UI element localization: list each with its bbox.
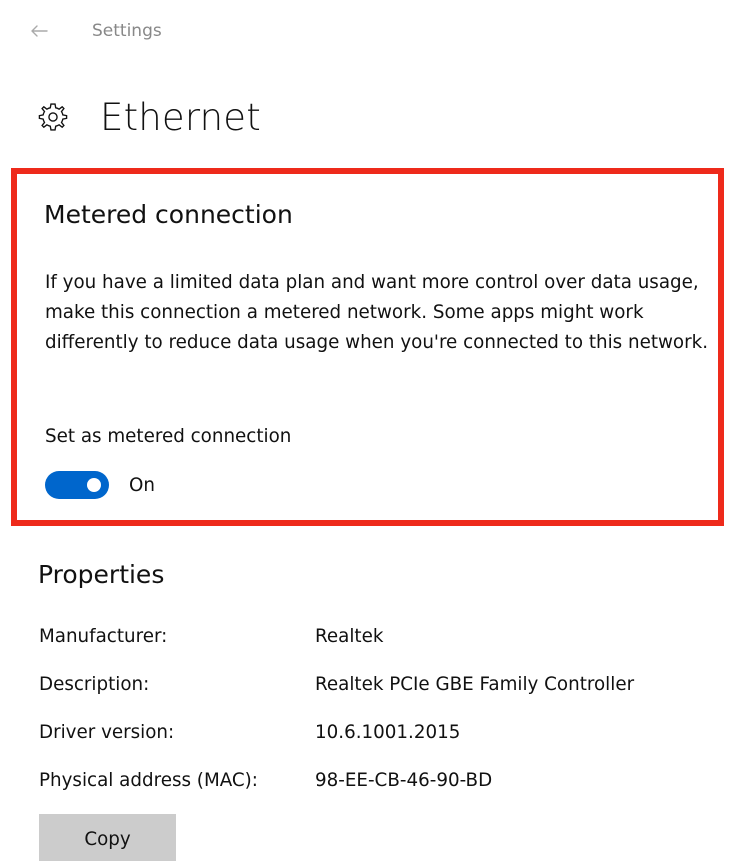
property-label: Physical address (MAC): [39, 770, 258, 791]
metered-connection-toggle[interactable] [45, 471, 109, 499]
app-title: Settings [92, 21, 162, 41]
property-row-description: Description: Realtek PCIe GBE Family Con… [39, 674, 729, 722]
property-value: 10.6.1001.2015 [315, 722, 461, 743]
page-header: Ethernet [36, 92, 261, 142]
property-label: Driver version: [39, 722, 175, 743]
metered-connection-description: If you have a limited data plan and want… [45, 272, 709, 353]
metered-connection-section: Metered connection If you have a limited… [11, 168, 724, 526]
metered-toggle-label: Set as metered connection [45, 426, 292, 447]
property-label: Description: [39, 674, 150, 695]
settings-window: Settings Ethernet Metered connection If … [0, 0, 736, 861]
copy-button[interactable]: Copy [39, 814, 176, 861]
property-row-manufacturer: Manufacturer: Realtek [39, 626, 729, 674]
properties-heading: Properties [38, 560, 165, 589]
property-row-mac-address: Physical address (MAC): 98-EE-CB-46-90-B… [39, 770, 729, 818]
property-value: Realtek [315, 626, 384, 647]
property-label: Manufacturer: [39, 626, 168, 647]
toggle-knob [87, 478, 101, 492]
page-title: Ethernet [100, 95, 261, 139]
back-button[interactable] [22, 14, 56, 48]
property-value: Realtek PCIe GBE Family Controller [315, 674, 635, 695]
metered-connection-heading: Metered connection [44, 200, 293, 229]
properties-list: Manufacturer: Realtek Description: Realt… [39, 626, 729, 818]
title-bar: Settings [0, 0, 736, 64]
gear-icon [38, 103, 68, 131]
back-arrow-icon [31, 25, 48, 37]
property-row-driver-version: Driver version: 10.6.1001.2015 [39, 722, 729, 770]
property-value: 98-EE-CB-46-90-BD [315, 770, 493, 791]
metered-toggle-row: On [45, 470, 155, 500]
toggle-state-label: On [129, 474, 155, 496]
